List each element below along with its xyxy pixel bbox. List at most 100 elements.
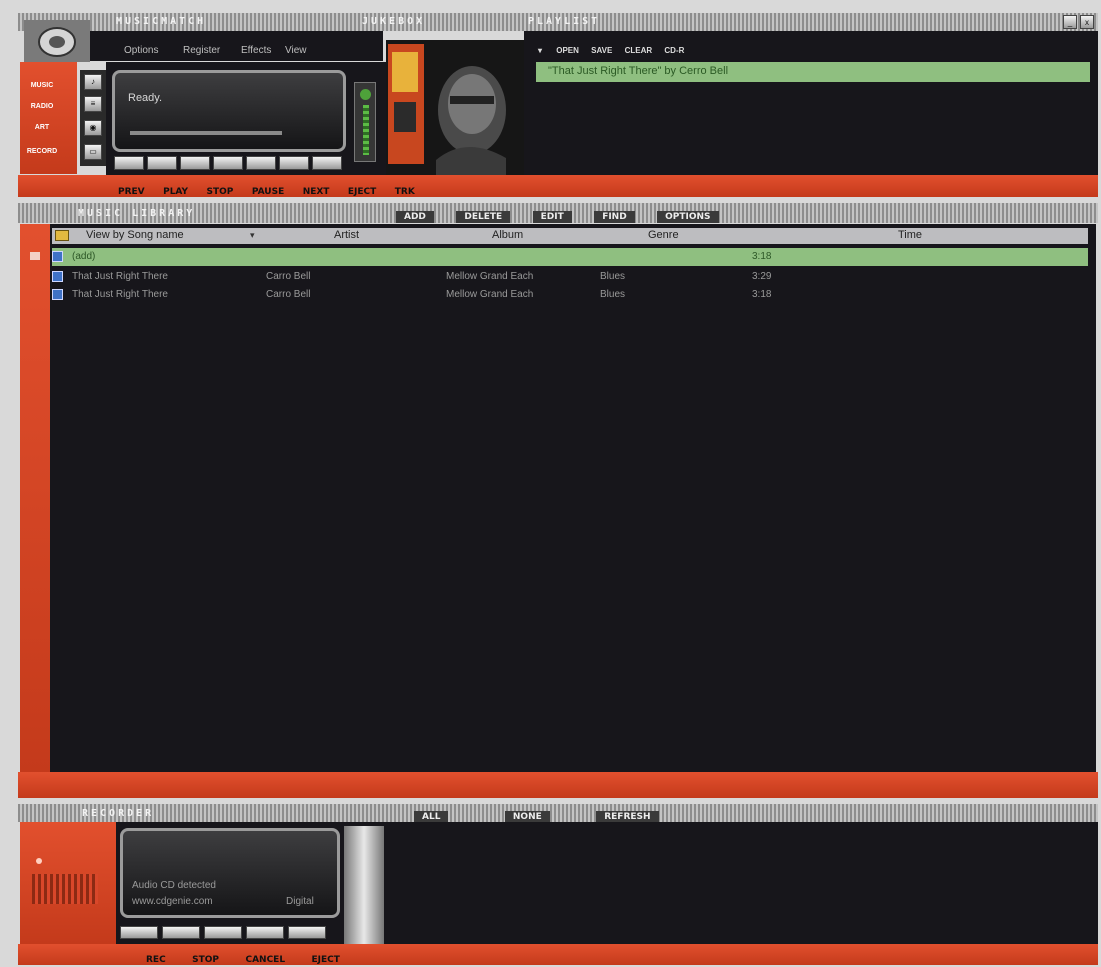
library-rows: (add) 3:18 That Just Right There Carro B… [52, 248, 1088, 308]
header-time[interactable]: Time [898, 229, 922, 241]
speaker-grille-icon [32, 874, 98, 904]
playlist-clear-button[interactable]: CLEAR [625, 46, 653, 55]
album-art [386, 40, 524, 175]
brand-title: JUKEBOX [362, 16, 426, 27]
row-song: That Just Right There [72, 289, 168, 300]
playlist-arrow-icon[interactable]: ▾ [538, 46, 542, 55]
row-album: Mellow Grand Each [446, 271, 534, 282]
minimize-button[interactable]: _ [1063, 15, 1077, 29]
player-button-3[interactable] [180, 156, 210, 170]
nav-record[interactable]: RECORD [24, 148, 60, 156]
player-button-7[interactable] [312, 156, 342, 170]
row-song: That Just Right There [72, 271, 168, 282]
playlist-toolbar: ▾ OPEN SAVE CLEAR CD-R [538, 46, 684, 55]
menu-register[interactable]: Register [183, 45, 220, 56]
volume-slider[interactable] [354, 82, 376, 162]
recorder-button-2[interactable] [162, 926, 200, 939]
close-button[interactable]: x [1080, 15, 1094, 29]
recorder-status-line1: Audio CD detected [132, 880, 216, 891]
playlist-item-label: "That Just Right There" by Cerro Bell [548, 65, 729, 77]
volume-level [363, 105, 369, 155]
recorder-button-5[interactable] [288, 926, 326, 939]
sort-arrow-icon[interactable]: ▾ [250, 230, 255, 241]
prev-button[interactable]: PREV [118, 187, 145, 197]
playlist-item-selected[interactable]: "That Just Right There" by Cerro Bell [536, 62, 1090, 82]
recorder-eject-button[interactable]: EJECT [312, 955, 340, 965]
library-header: View by Song name ▾ Artist Album Genre T… [52, 228, 1088, 244]
nav-music[interactable]: MUSIC [24, 82, 60, 90]
globe-icon[interactable]: ◉ [84, 120, 102, 136]
player-button-1[interactable] [114, 156, 144, 170]
song-icon [52, 271, 63, 282]
player-button-5[interactable] [246, 156, 276, 170]
playlist-save-button[interactable]: SAVE [591, 46, 612, 55]
library-edit-button[interactable]: EDIT [532, 211, 572, 223]
logo[interactable] [24, 20, 90, 62]
row-album: Mellow Grand Each [446, 289, 534, 300]
song-icon [52, 251, 63, 262]
recorder-title: RECORDER [82, 808, 155, 819]
table-row[interactable]: That Just Right There Carro Bell Mellow … [52, 288, 1088, 303]
playlist-open-button[interactable]: OPEN [556, 46, 579, 55]
pause-button[interactable]: PAUSE [252, 187, 284, 197]
recorder-button-1[interactable] [120, 926, 158, 939]
library-options-button[interactable]: OPTIONS [657, 211, 719, 223]
list-icon[interactable]: ≡ [84, 96, 102, 112]
nav-radio[interactable]: RADIO [24, 103, 60, 111]
row-genre: Blues [600, 271, 626, 282]
library-title: MUSIC LIBRARY [78, 208, 196, 219]
library-add-button[interactable]: ADD [396, 211, 434, 223]
disc-icon[interactable]: ▭ [84, 144, 102, 160]
folder-icon[interactable] [55, 230, 69, 241]
row-artist: Carro Bell [266, 271, 311, 282]
eject-button[interactable]: EJECT [348, 187, 376, 197]
player-button-2[interactable] [147, 156, 177, 170]
header-genre[interactable]: Genre [648, 229, 679, 241]
stop-button[interactable]: STOP [207, 187, 234, 197]
row-song: (add) [72, 251, 96, 262]
next-button[interactable]: NEXT [303, 187, 330, 197]
player-button-4[interactable] [213, 156, 243, 170]
recorder-stop-button[interactable]: STOP [192, 955, 219, 965]
recorder-rec-button[interactable]: REC [146, 955, 166, 965]
recorder-status-line2: www.cdgenie.com [132, 896, 213, 907]
menu-effects[interactable]: Effects [241, 45, 271, 56]
transport-controls: PREV PLAY STOP PAUSE NEXT EJECT TRK [118, 181, 415, 199]
header-album[interactable]: Album [492, 229, 523, 241]
volume-knob[interactable] [360, 89, 371, 100]
row-time: 3:18 [752, 251, 772, 262]
album-art-image [386, 40, 524, 175]
playlist-title: PLAYLIST [528, 16, 601, 27]
recorder-cancel-button[interactable]: CANCEL [245, 955, 285, 965]
table-row[interactable]: (add) 3:18 [52, 248, 1088, 266]
library-left-rail-tab [30, 252, 40, 260]
playlist-cdr-button[interactable]: CD-R [664, 46, 684, 55]
music-note-icon[interactable]: ♪ [84, 74, 102, 90]
nav-art[interactable]: ART [24, 124, 60, 132]
track-button[interactable]: TRK [395, 187, 415, 197]
table-row[interactable]: That Just Right There Carro Bell Mellow … [52, 270, 1088, 285]
recorder-device [20, 822, 116, 944]
player-button-row [114, 156, 350, 171]
logo-icon [24, 20, 90, 62]
recorder-status-right: Digital [286, 896, 314, 907]
play-button[interactable]: PLAY [163, 187, 188, 197]
recorder-button-3[interactable] [204, 926, 242, 939]
row-time: 3:29 [752, 271, 772, 282]
library-find-button[interactable]: FIND [594, 211, 635, 223]
header-song[interactable]: View by Song name [86, 229, 184, 241]
row-artist: Carro Bell [266, 289, 311, 300]
library-footer-bar [18, 772, 1098, 798]
player-button-6[interactable] [279, 156, 309, 170]
menu-options[interactable]: Options [124, 45, 158, 56]
song-icon [52, 289, 63, 300]
row-time: 3:18 [752, 289, 772, 300]
library-toolbar: ADD DELETE EDIT FIND OPTIONS [396, 206, 719, 224]
progress-bar[interactable] [130, 131, 282, 135]
header-artist[interactable]: Artist [334, 229, 359, 241]
library-delete-button[interactable]: DELETE [456, 211, 511, 223]
recorder-scrollbar[interactable] [344, 826, 384, 944]
recorder-track-list [386, 822, 1098, 944]
recorder-button-4[interactable] [246, 926, 284, 939]
menu-view[interactable]: View [285, 45, 307, 56]
